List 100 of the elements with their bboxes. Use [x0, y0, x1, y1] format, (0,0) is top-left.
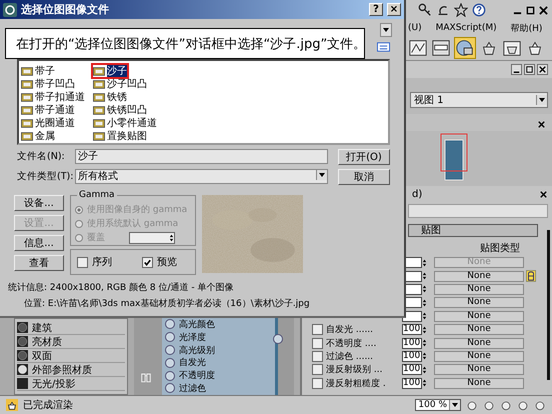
image-file-icon	[21, 118, 33, 128]
file-item[interactable]: 带子扣通道	[21, 91, 85, 103]
map-button[interactable]: None	[434, 350, 524, 362]
file-item[interactable]: 置换贴图	[93, 130, 147, 142]
window-icon[interactable]	[431, 38, 451, 58]
map-label: 漫反射级别 ...	[326, 365, 382, 376]
star-icon[interactable]	[454, 3, 468, 17]
map-label: 不透明度 ....	[326, 338, 376, 349]
image-file-icon	[93, 118, 105, 128]
map-button[interactable]: None	[434, 338, 524, 349]
view-tool-icon[interactable]	[534, 399, 546, 411]
map-button[interactable]: None	[434, 270, 524, 282]
radio-label: 使用系统默认 gamma	[87, 218, 178, 230]
sphere-icon	[17, 350, 28, 361]
side-button[interactable]: 查看	[14, 255, 64, 271]
dropdown-arrow-icon[interactable]	[536, 95, 547, 105]
checkbox[interactable]	[312, 324, 323, 336]
output-port[interactable]	[273, 334, 283, 344]
view-menu-icon[interactable]	[377, 42, 390, 52]
maximize-icon[interactable]	[524, 64, 535, 75]
map-button[interactable]: None	[434, 378, 524, 389]
render-setup-icon[interactable]	[454, 37, 476, 59]
scrollbar[interactable]	[547, 230, 550, 380]
sphere-icon	[17, 322, 28, 333]
image-file-icon	[93, 92, 105, 102]
close-icon[interactable]	[537, 64, 548, 75]
material-item[interactable]: 建筑	[17, 321, 125, 335]
view-tool-icon[interactable]	[483, 399, 495, 411]
map-label: 漫反射粗糙度 .	[326, 378, 386, 389]
file-item[interactable]: 沙子凹凸	[93, 78, 147, 90]
close-icon[interactable]	[539, 190, 548, 198]
app-icon	[3, 2, 17, 16]
port-label: 高光级别	[179, 344, 215, 356]
help-button[interactable]: ?	[369, 3, 383, 16]
material-item[interactable]: 双面	[17, 349, 125, 363]
lock-icon[interactable]	[526, 270, 536, 282]
file-item[interactable]: 铁锈凹凸	[93, 104, 147, 116]
checkbox[interactable]	[77, 256, 88, 268]
map-button[interactable]: None	[434, 364, 524, 376]
file-item[interactable]: 小零件通道	[93, 117, 157, 129]
map-button[interactable]: None	[434, 284, 524, 295]
material-item[interactable]: 亮材质	[17, 335, 125, 349]
input-port[interactable]	[165, 358, 175, 368]
view-dropdown[interactable]: 视图 1	[410, 92, 548, 108]
filename-label: 文件名(N):	[17, 150, 66, 163]
view-tool-icon[interactable]	[500, 399, 512, 411]
menu-item[interactable]: 帮助(H)	[510, 22, 542, 34]
name-field[interactable]	[408, 204, 548, 218]
dropdown-arrow-icon[interactable]	[449, 400, 460, 410]
filetype-dropdown[interactable]: 所有格式	[75, 169, 328, 184]
help-icon[interactable]	[472, 3, 486, 17]
port-label: 自发光	[179, 356, 206, 370]
file-item[interactable]: 光圈通道	[21, 117, 75, 129]
filename-field[interactable]: 沙子	[75, 149, 328, 164]
close-button[interactable]: ×	[387, 3, 401, 16]
zoom-dropdown[interactable]: 100 %	[415, 399, 461, 411]
map-button[interactable]: None	[434, 310, 524, 322]
input-port[interactable]	[165, 383, 175, 394]
checkbox[interactable]	[142, 256, 153, 268]
checkbox[interactable]	[312, 364, 323, 376]
sphere-icon	[17, 336, 28, 347]
side-button[interactable]: 设备...	[14, 195, 64, 211]
view-tool-icon[interactable]	[517, 399, 529, 411]
port-label: 不透明度	[179, 370, 215, 382]
dialog-button[interactable]: 取消	[338, 169, 390, 185]
curve-editor-icon[interactable]	[408, 38, 428, 58]
checkbox[interactable]	[312, 378, 323, 389]
radio-label: 使用图像自身的 gamma	[87, 204, 188, 216]
image-file-icon	[21, 92, 33, 102]
input-port[interactable]	[165, 332, 175, 342]
map-label: 过滤色 ......	[326, 352, 374, 362]
input-port[interactable]	[165, 344, 175, 355]
input-port[interactable]	[165, 319, 175, 330]
panel-title: d)	[412, 188, 422, 200]
dialog-button[interactable]: 打开(O)	[338, 149, 390, 165]
view-tool-icon[interactable]	[466, 399, 478, 411]
file-item[interactable]: 带子凹凸	[21, 78, 75, 90]
close-icon[interactable]	[539, 6, 548, 14]
material-item[interactable]: 外部参照材质	[17, 363, 125, 377]
close-icon[interactable]	[537, 120, 546, 129]
group-title: Gamma	[77, 190, 117, 200]
highlighted-node-drawing[interactable]	[440, 133, 468, 181]
rollout-bar[interactable]: 贴图	[408, 224, 538, 237]
key-icon[interactable]	[418, 3, 432, 17]
minimize-icon[interactable]	[511, 64, 522, 75]
checkbox[interactable]	[312, 338, 323, 349]
side-button[interactable]: 信息...	[14, 235, 64, 251]
file-item[interactable]: 带子通道	[21, 104, 75, 116]
checkbox[interactable]	[312, 350, 323, 362]
file-item[interactable]: 带子	[21, 65, 55, 77]
file-item[interactable]: 金属	[21, 130, 55, 142]
file-item[interactable]: 铁锈	[93, 91, 127, 103]
menu-item[interactable]: (U)	[408, 23, 422, 33]
maximize-icon[interactable]	[526, 6, 535, 14]
map-button[interactable]: None	[434, 324, 524, 336]
menu-item[interactable]: MAXScript(M)	[436, 23, 497, 33]
dropdown-arrow-icon[interactable]	[316, 170, 327, 180]
map-button[interactable]: None	[434, 297, 524, 308]
input-port[interactable]	[165, 370, 175, 381]
material-item[interactable]: 无光/投影	[17, 377, 125, 391]
